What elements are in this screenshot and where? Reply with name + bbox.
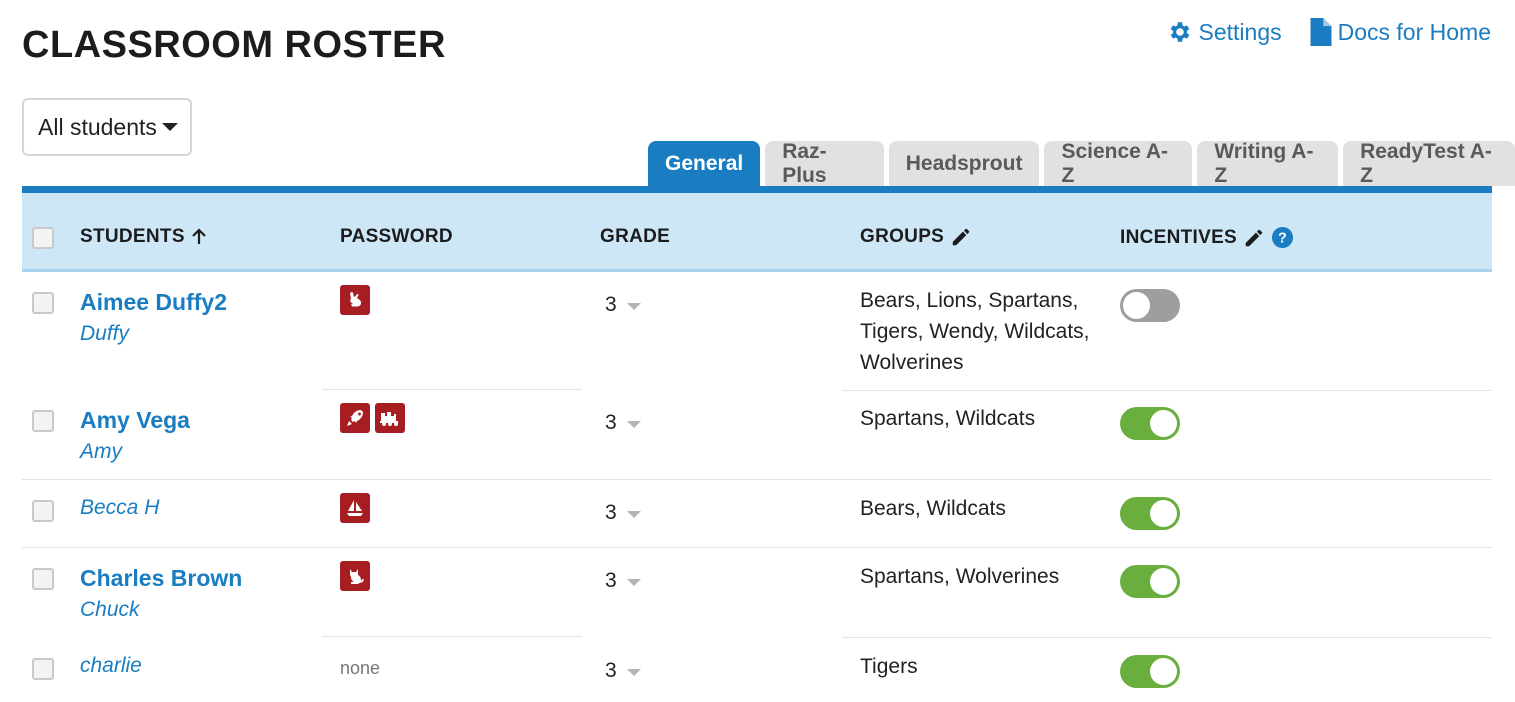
select-all-checkbox[interactable] bbox=[32, 227, 54, 249]
password-none: none bbox=[340, 658, 381, 678]
grade-select[interactable]: 3 bbox=[605, 411, 641, 435]
toggle-knob bbox=[1123, 292, 1150, 319]
toggle-knob bbox=[1150, 500, 1177, 527]
row-divider bbox=[842, 637, 1492, 638]
tab-raz-plus[interactable]: Raz-Plus bbox=[765, 140, 884, 187]
row-checkbox[interactable] bbox=[32, 658, 54, 680]
row-divider bbox=[322, 389, 582, 390]
grade-value: 3 bbox=[605, 411, 617, 434]
train-icon bbox=[375, 403, 405, 433]
gear-icon bbox=[1170, 22, 1189, 42]
row-divider bbox=[842, 390, 1492, 391]
student-nickname[interactable]: Amy bbox=[80, 440, 122, 464]
grade-select[interactable]: 3 bbox=[605, 569, 641, 593]
row-checkbox[interactable] bbox=[32, 410, 54, 432]
grade-value: 3 bbox=[605, 659, 617, 682]
caret-down-icon bbox=[626, 302, 641, 310]
grade-select[interactable]: 3 bbox=[605, 293, 641, 317]
tab-readytest-a-z[interactable]: ReadyTest A-Z bbox=[1343, 140, 1515, 187]
sailboat-icon bbox=[340, 493, 370, 523]
row-divider bbox=[322, 636, 582, 637]
edit-incentives-pencil-icon[interactable] bbox=[1243, 227, 1265, 249]
incentives-toggle[interactable] bbox=[1120, 289, 1180, 322]
row-divider bbox=[22, 479, 1492, 480]
caret-down-icon bbox=[626, 668, 641, 676]
student-groups: Bears, Lions, Spartans, Tigers, Wendy, W… bbox=[860, 289, 1090, 374]
column-grade: GRADE bbox=[600, 226, 671, 247]
column-groups: GROUPS bbox=[860, 226, 972, 248]
row-checkbox[interactable] bbox=[32, 500, 54, 522]
student-name[interactable]: Charles Brown bbox=[80, 565, 242, 592]
student-groups: Spartans, Wildcats bbox=[860, 407, 1036, 430]
toggle-knob bbox=[1150, 410, 1177, 437]
document-icon bbox=[1310, 18, 1332, 46]
settings-link[interactable]: Settings bbox=[1167, 19, 1282, 46]
caret-down-icon bbox=[626, 578, 641, 586]
column-password: PASSWORD bbox=[340, 226, 453, 247]
product-tabs: General Raz-Plus Headsprout Science A-Z … bbox=[648, 140, 1515, 187]
student-name[interactable]: Amy Vega bbox=[80, 407, 190, 434]
incentives-toggle[interactable] bbox=[1120, 497, 1180, 530]
sort-arrow-up-icon bbox=[192, 228, 206, 244]
column-groups-label: GROUPS bbox=[860, 226, 945, 247]
table-header: STUDENTS PASSWORD GRADE GROUPS INCENTIVE… bbox=[22, 193, 1492, 272]
grade-value: 3 bbox=[605, 569, 617, 592]
grade-select[interactable]: 3 bbox=[605, 501, 641, 525]
filter-selected-value: All students bbox=[38, 113, 157, 140]
column-incentives: INCENTIVES ? bbox=[1120, 226, 1294, 249]
student-name[interactable]: Aimee Duffy2 bbox=[80, 289, 227, 316]
edit-groups-pencil-icon[interactable] bbox=[950, 226, 972, 248]
student-filter-select[interactable]: All students bbox=[22, 98, 192, 156]
tab-general[interactable]: General bbox=[648, 141, 761, 186]
page-title: CLASSROOM ROSTER bbox=[22, 24, 446, 66]
rabbit-icon bbox=[340, 285, 370, 315]
tab-bar-divider bbox=[22, 186, 1492, 193]
row-checkbox[interactable] bbox=[32, 292, 54, 314]
settings-label: Settings bbox=[1198, 18, 1282, 45]
docs-for-home-link[interactable]: Docs for Home bbox=[1310, 18, 1491, 46]
grade-select[interactable]: 3 bbox=[605, 659, 641, 683]
incentives-toggle[interactable] bbox=[1120, 565, 1180, 598]
tab-writing-a-z[interactable]: Writing A-Z bbox=[1197, 140, 1339, 187]
docs-label: Docs for Home bbox=[1337, 18, 1491, 45]
top-links: Settings Docs for Home bbox=[1167, 18, 1491, 46]
student-nickname[interactable]: charlie bbox=[80, 654, 142, 678]
incentives-toggle[interactable] bbox=[1120, 407, 1180, 440]
rocket-icon bbox=[340, 403, 370, 433]
row-divider bbox=[22, 547, 1492, 548]
toggle-knob bbox=[1150, 658, 1177, 685]
caret-down-icon bbox=[626, 420, 641, 428]
caret-down-icon bbox=[162, 123, 178, 131]
tab-science-a-z[interactable]: Science A-Z bbox=[1044, 140, 1193, 187]
svg-text:?: ? bbox=[1278, 230, 1287, 246]
help-icon[interactable]: ? bbox=[1271, 226, 1294, 249]
toggle-knob bbox=[1150, 568, 1177, 595]
tab-headsprout[interactable]: Headsprout bbox=[888, 141, 1040, 186]
grade-value: 3 bbox=[605, 501, 617, 524]
cat-icon bbox=[340, 561, 370, 591]
grade-value: 3 bbox=[605, 293, 617, 316]
caret-down-icon bbox=[626, 510, 641, 518]
column-students-label: STUDENTS bbox=[80, 226, 185, 247]
row-checkbox[interactable] bbox=[32, 568, 54, 590]
student-groups: Bears, Wildcats bbox=[860, 497, 1006, 520]
student-nickname[interactable]: Chuck bbox=[80, 598, 140, 622]
student-groups: Spartans, Wolverines bbox=[860, 565, 1060, 588]
student-nickname[interactable]: Becca H bbox=[80, 496, 159, 520]
incentives-toggle[interactable] bbox=[1120, 655, 1180, 688]
student-nickname[interactable]: Duffy bbox=[80, 322, 129, 346]
student-groups: Tigers bbox=[860, 655, 918, 678]
column-students[interactable]: STUDENTS bbox=[80, 226, 207, 248]
column-incentives-label: INCENTIVES bbox=[1120, 226, 1238, 248]
